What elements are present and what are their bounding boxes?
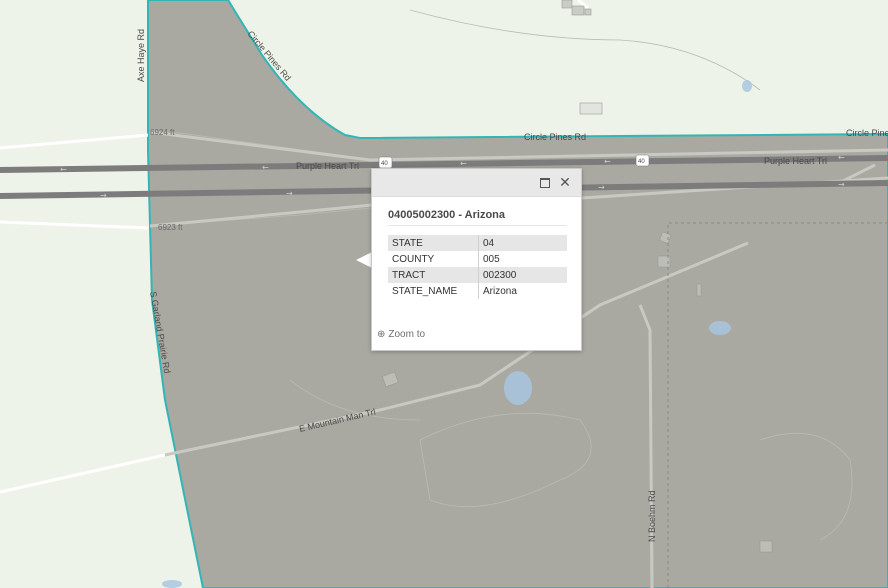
shield-40-b-label: 40	[638, 159, 645, 165]
attribute-value: 04	[478, 235, 567, 251]
svg-text:←: ←	[60, 165, 67, 174]
magnifier-plus-icon: ⊕	[377, 329, 386, 340]
popup-pointer	[356, 252, 372, 268]
maximize-icon[interactable]	[539, 176, 551, 188]
attribute-value: Arizona	[483, 285, 517, 297]
attribute-value: 005	[483, 253, 500, 265]
shield-40-a-label: 40	[381, 161, 388, 167]
svg-text:→: →	[598, 183, 605, 192]
attribute-value: 002300	[478, 267, 567, 283]
table-row: TRACT 002300	[388, 267, 567, 283]
svg-text:→: →	[286, 189, 293, 198]
svg-text:→: →	[100, 191, 107, 200]
label-contour-6924: 6924 ft	[150, 128, 175, 137]
label-purple-heart-1: Purple Heart Trl	[296, 161, 359, 171]
interstate-shield-b: 40	[635, 154, 650, 167]
attribute-key: TRACT	[388, 267, 479, 283]
attribute-key: COUNTY	[388, 251, 479, 267]
table-row: STATE_NAME Arizona	[388, 283, 567, 299]
zoom-to-link[interactable]: ⊕ Zoom to	[377, 329, 425, 340]
table-row: STATE 04	[388, 235, 567, 251]
label-circle-pines-2: Circle Pines Rd	[524, 132, 586, 142]
attribute-table: STATE 04 COUNTY 005 TRACT 002300 STATE_N…	[388, 235, 567, 299]
svg-text:→: →	[838, 180, 845, 189]
svg-text:←: ←	[460, 159, 467, 168]
zoom-to-label: Zoom to	[388, 329, 426, 340]
table-row: COUNTY 005	[388, 251, 567, 267]
popup-header: ✕	[372, 169, 581, 197]
attribute-key: STATE_NAME	[388, 283, 479, 299]
label-axe-haye: Axe Haye Rd	[136, 29, 146, 82]
label-boehm: N Boehm Rd	[647, 490, 657, 542]
svg-text:←: ←	[604, 157, 611, 166]
svg-text:←: ←	[838, 153, 845, 162]
close-icon[interactable]: ✕	[559, 175, 571, 189]
label-purple-heart-2: Purple Heart Trl	[764, 156, 827, 166]
interstate-shield-a: 40	[378, 156, 393, 169]
feature-popup: ✕ 04005002300 - Arizona STATE 04 COUNTY …	[371, 168, 582, 351]
label-contour-6923: 6923 ft	[158, 223, 183, 232]
label-circle-pines-3: Circle Pine	[846, 128, 888, 138]
popup-title: 04005002300 - Arizona	[388, 209, 567, 226]
attribute-key: STATE	[388, 235, 479, 251]
svg-text:←: ←	[262, 163, 269, 172]
